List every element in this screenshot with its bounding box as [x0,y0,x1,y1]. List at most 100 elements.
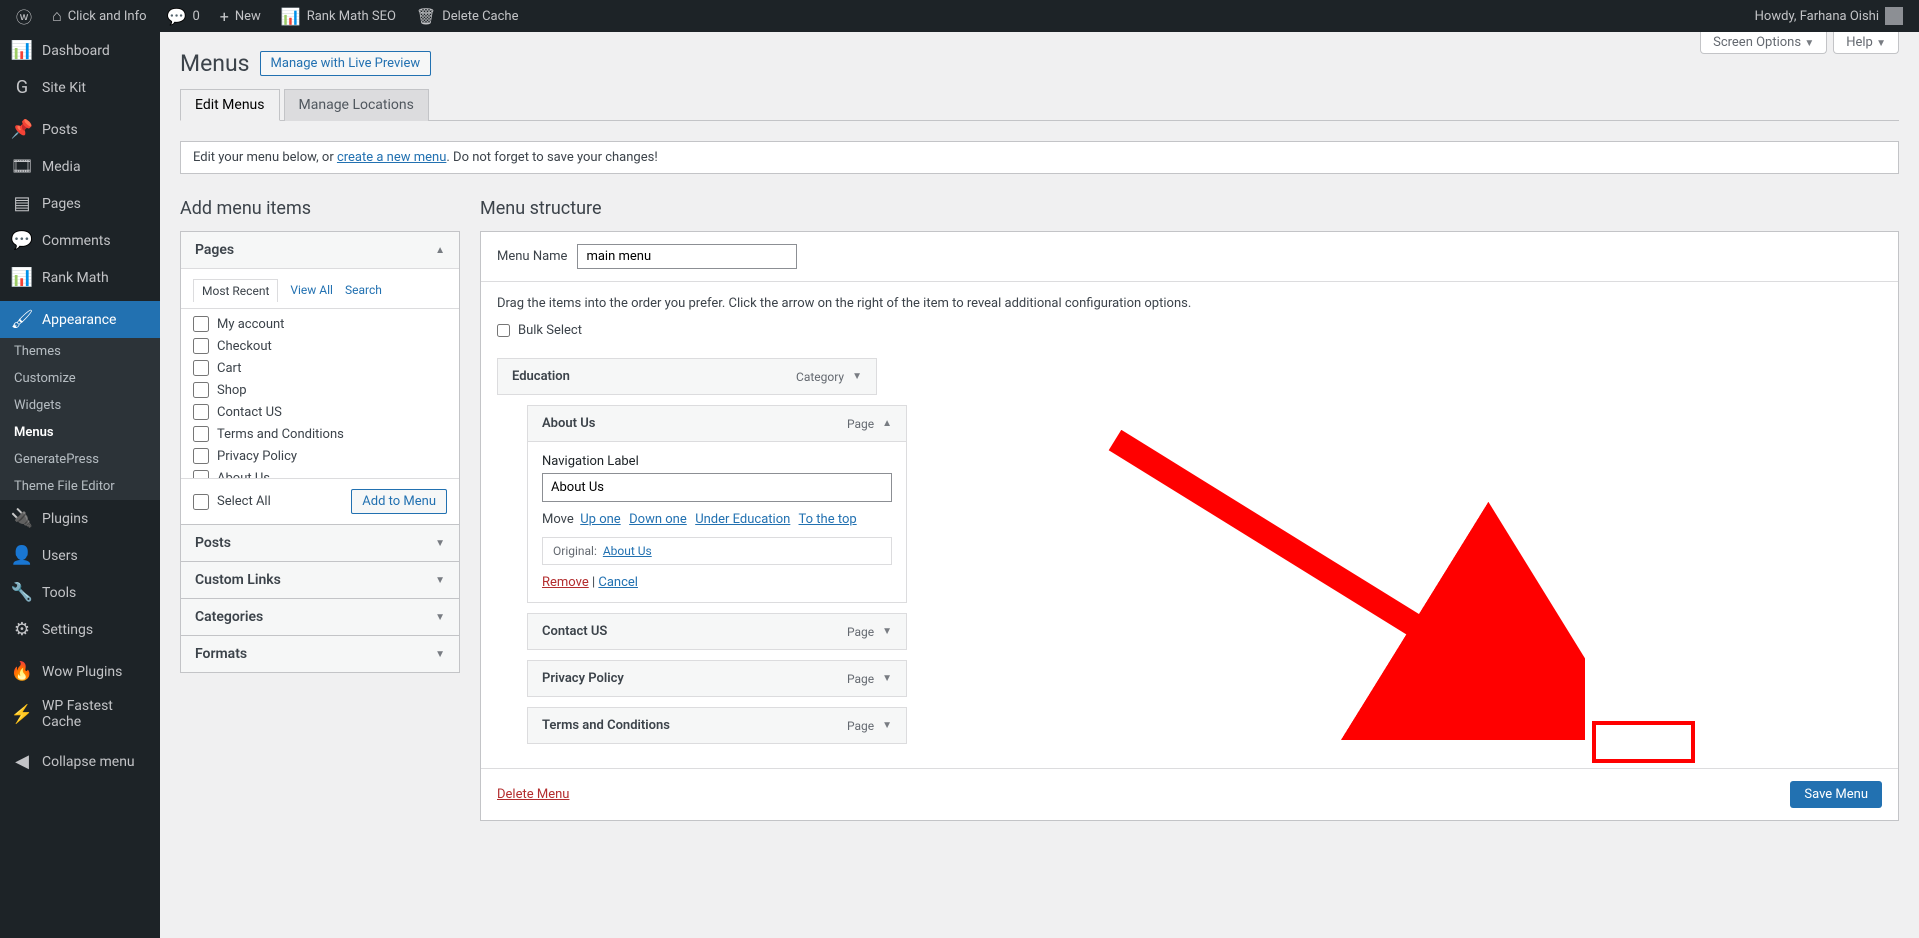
home-icon: ⌂ [52,6,62,26]
avatar-icon [1885,7,1903,25]
save-menu-button[interactable]: Save Menu [1790,781,1882,808]
checkbox[interactable] [193,382,209,398]
bar-icon: 📊 [12,267,32,288]
subtab-view-all[interactable]: View All [290,279,333,302]
sub-generatepress[interactable]: GeneratePress [0,446,160,473]
nav-label: Navigation Label [542,454,892,469]
menu-item-about-us[interactable]: About Us Page▲ Navigation Label Move Up … [527,405,907,603]
trash-icon: 🗑 [416,7,436,26]
checkbox[interactable] [193,360,209,376]
chevron-down-icon: ▼ [882,720,892,731]
screen-options-button[interactable]: Screen Options ▼ [1700,32,1827,54]
checkbox[interactable] [193,426,209,442]
page-check-item[interactable]: About Us [193,467,455,478]
dashboard-icon: 📊 [12,40,32,61]
sub-themes[interactable]: Themes [0,338,160,365]
page-check-item[interactable]: My account [193,313,455,335]
chevron-down-icon: ▼ [435,538,445,549]
sidebar-wpfc[interactable]: ⚡WP Fastest Cache [0,690,160,738]
checkbox[interactable] [193,448,209,464]
select-all[interactable]: Select All [193,491,271,513]
move-up-link[interactable]: Up one [580,512,620,527]
sidebar-users[interactable]: 👤Users [0,537,160,574]
help-button[interactable]: Help ▼ [1833,32,1899,54]
original-link[interactable]: About Us [603,544,652,558]
accordion-pages-header[interactable]: Pages▲ [181,232,459,268]
delete-menu-link[interactable]: Delete Menu [497,787,569,802]
chevron-down-icon: ▼ [852,371,862,382]
comments-link[interactable]: 💬0 [159,0,208,32]
sidebar-appearance[interactable]: 🖌Appearance [0,301,160,338]
chevron-up-icon: ▲ [882,418,892,429]
bulk-select[interactable]: Bulk Select [497,323,1882,338]
page-check-item[interactable]: Privacy Policy [193,445,455,467]
menu-item-terms[interactable]: Terms and Conditions Page▼ [527,707,907,744]
menu-frame: Menu Name Drag the items into the order … [480,231,1899,821]
page-check-item[interactable]: Shop [193,379,455,401]
sidebar-pages[interactable]: ▤Pages [0,185,160,222]
page-icon: ▤ [12,193,32,214]
sidebar-wow-plugins[interactable]: 🔥Wow Plugins [0,653,160,690]
accordion-categories-header[interactable]: Categories▼ [181,599,459,635]
menu-name-input[interactable] [577,244,797,269]
sub-customize[interactable]: Customize [0,365,160,392]
accordion-custom-links: Custom Links▼ [180,561,460,599]
sidebar-posts[interactable]: 📌Posts [0,111,160,148]
chevron-down-icon: ▼ [435,612,445,623]
page-check-item[interactable]: Cart [193,357,455,379]
plug-icon: 🔌 [12,508,32,529]
site-link[interactable]: ⌂ Click and Info [44,0,155,32]
page-check-item[interactable]: Checkout [193,335,455,357]
accordion-posts: Posts▼ [180,524,460,562]
cancel-link[interactable]: Cancel [598,575,638,590]
accordion-formats: Formats▼ [180,635,460,673]
delete-cache-link[interactable]: 🗑Delete Cache [408,0,527,32]
select-all-checkbox[interactable] [193,494,209,510]
sidebar-plugins[interactable]: 🔌Plugins [0,500,160,537]
menu-item-education[interactable]: Education Category▼ [497,358,877,395]
checkbox[interactable] [193,338,209,354]
subtab-recent[interactable]: Most Recent [193,279,278,302]
accordion-posts-header[interactable]: Posts▼ [181,525,459,561]
add-to-menu-button[interactable]: Add to Menu [351,489,447,514]
rankmath-link[interactable]: 📊Rank Math SEO [273,0,404,32]
sidebar-tools[interactable]: 🔧Tools [0,574,160,611]
tab-edit-menus[interactable]: Edit Menus [180,89,280,121]
sub-menus[interactable]: Menus [0,419,160,446]
sidebar-dashboard[interactable]: 📊Dashboard [0,32,160,69]
subtab-search[interactable]: Search [345,279,382,302]
pages-checklist[interactable]: My account Checkout Cart Shop Contact US… [181,308,459,478]
accordion-formats-header[interactable]: Formats▼ [181,636,459,672]
chevron-down-icon: ▼ [1876,38,1886,49]
menu-item-privacy[interactable]: Privacy Policy Page▼ [527,660,907,697]
sub-widgets[interactable]: Widgets [0,392,160,419]
site-name: Click and Info [68,9,147,24]
chevron-down-icon: ▼ [882,626,892,637]
new-link[interactable]: +New [212,0,269,32]
create-new-menu-link[interactable]: create a new menu [337,150,446,165]
collapse-menu[interactable]: ◀Collapse menu [0,743,160,780]
sidebar-media[interactable]: 🎞Media [0,148,160,185]
sidebar-comments[interactable]: 💬Comments [0,222,160,259]
manage-live-preview-button[interactable]: Manage with Live Preview [260,51,432,76]
sidebar-sitekit[interactable]: GSite Kit [0,69,160,106]
tab-manage-locations[interactable]: Manage Locations [284,89,429,121]
sidebar-rankmath[interactable]: 📊Rank Math [0,259,160,296]
page-check-item[interactable]: Terms and Conditions [193,423,455,445]
move-top-link[interactable]: To the top [799,512,857,527]
wp-logo[interactable]: ⓦ [8,0,40,32]
sidebar-settings[interactable]: ⚙Settings [0,611,160,648]
checkbox[interactable] [193,316,209,332]
remove-link[interactable]: Remove [542,575,589,590]
page-check-item[interactable]: Contact US [193,401,455,423]
sub-theme-file-editor[interactable]: Theme File Editor [0,473,160,500]
howdy-link[interactable]: Howdy, Farhana Oishi [1747,0,1911,32]
move-down-link[interactable]: Down one [629,512,687,527]
nav-label-input[interactable] [542,473,892,502]
checkbox[interactable] [193,404,209,420]
menu-item-contact[interactable]: Contact US Page▼ [527,613,907,650]
checkbox[interactable] [193,470,209,478]
move-under-link[interactable]: Under Education [695,512,790,527]
bulk-select-checkbox[interactable] [497,324,510,337]
accordion-custom-header[interactable]: Custom Links▼ [181,562,459,598]
